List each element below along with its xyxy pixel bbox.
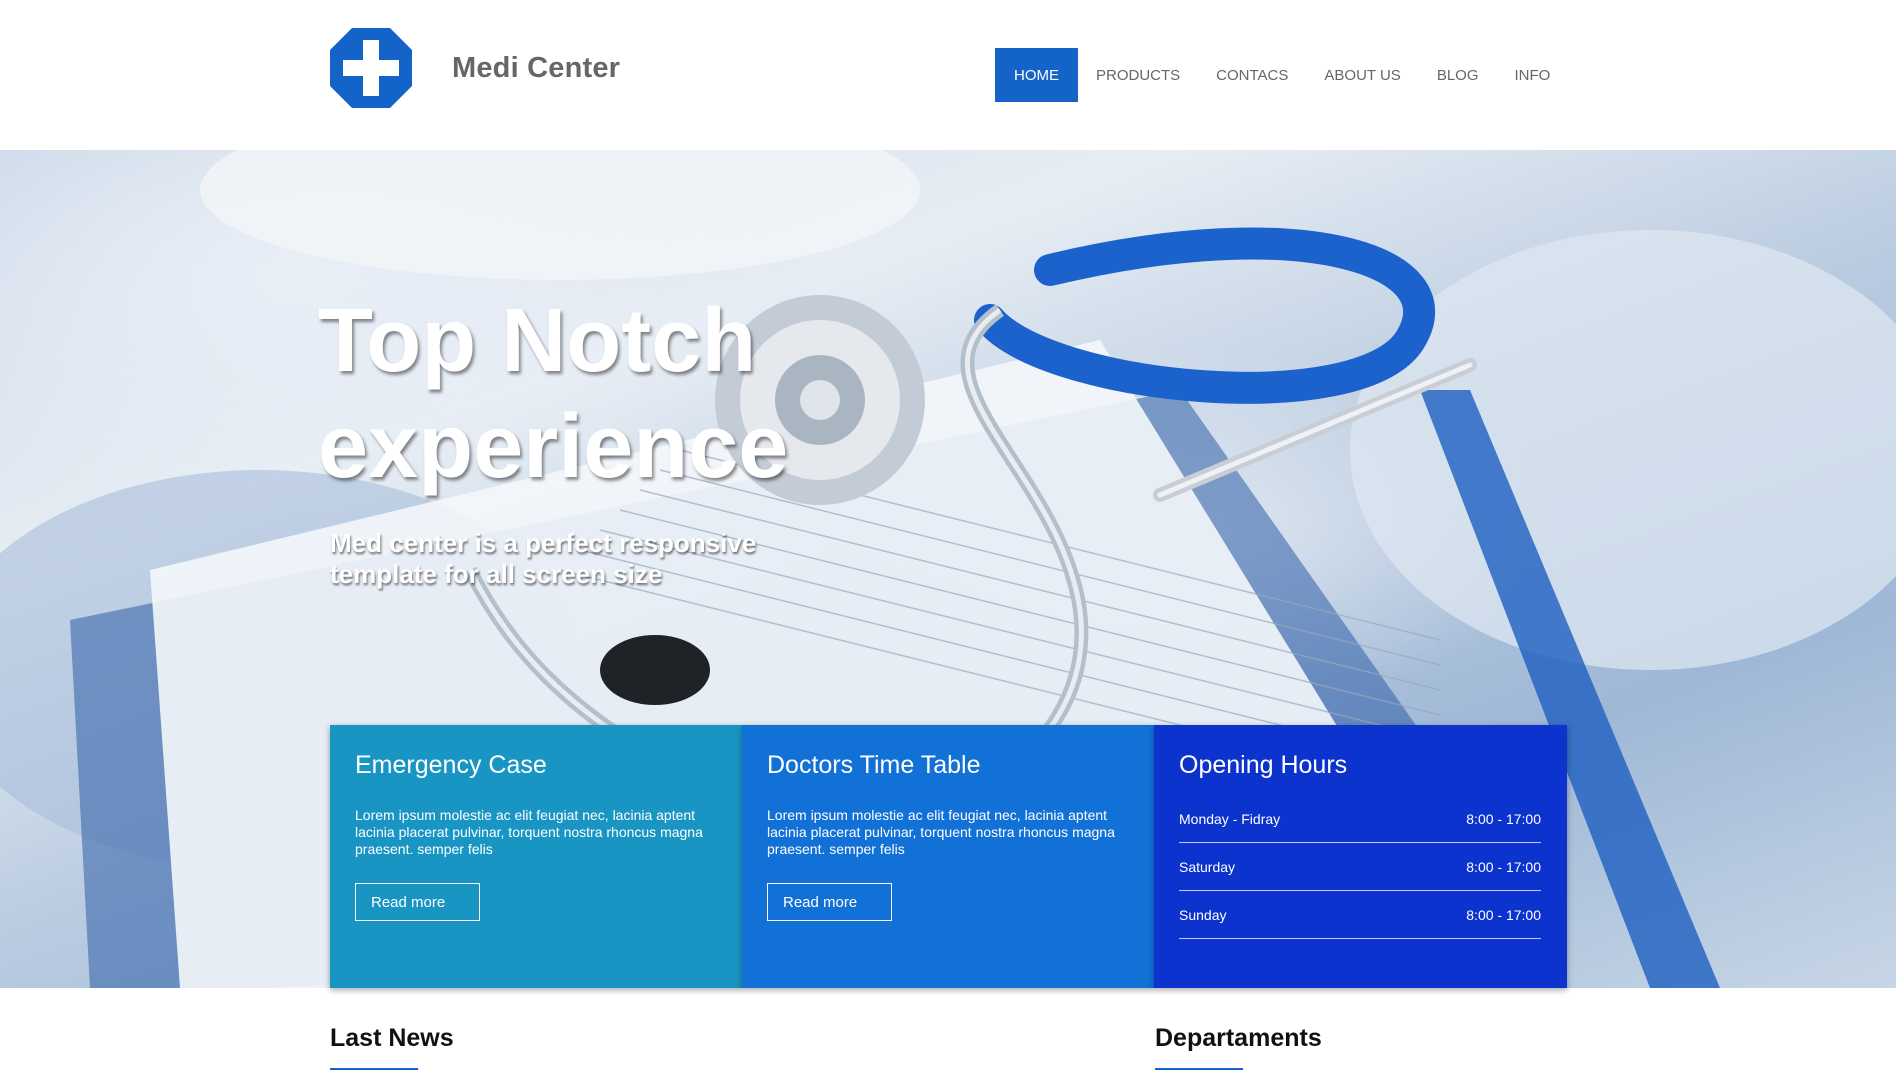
nav-products[interactable]: PRODUCTS [1078,48,1198,102]
hours-time: 8:00 - 17:00 [1466,906,1541,923]
info-boxes: Emergency Case Lorem ipsum molestie ac e… [330,725,1567,988]
opening-hours-box: Opening Hours Monday - Fidray 8:00 - 17:… [1154,725,1567,988]
doctors-timetable-text: Lorem ipsum molestie ac elit feugiat nec… [767,807,1115,857]
hero-title-line-1: Top Notch [318,291,757,391]
emergency-case-text: Lorem ipsum molestie ac elit feugiat nec… [355,807,703,857]
emergency-case-box: Emergency Case Lorem ipsum molestie ac e… [330,725,742,988]
nav-home[interactable]: HOME [995,48,1078,102]
hours-row: Monday - Fidray 8:00 - 17:00 [1179,795,1541,843]
brand-name[interactable]: Medi Center [452,52,620,85]
hours-row: Sunday 8:00 - 17:00 [1179,891,1541,939]
nav-about-us[interactable]: ABOUT US [1306,48,1418,102]
medical-cross-icon[interactable] [330,28,412,108]
hours-time: 8:00 - 17:00 [1466,810,1541,827]
site-header: Medi Center HOME PRODUCTS CONTACS ABOUT … [0,0,1896,150]
last-news-underline [330,1068,418,1070]
hours-day: Sunday [1179,906,1227,923]
doctors-timetable-box: Doctors Time Table Lorem ipsum molestie … [742,725,1154,988]
doctors-timetable-title: Doctors Time Table [767,751,981,779]
hero-title: Top Notch experience [318,288,878,500]
timetable-read-more-button[interactable]: Read more [767,883,892,921]
hero-title-line-2: experience [318,397,789,497]
emergency-case-title: Emergency Case [355,751,547,779]
nav-info[interactable]: INFO [1497,48,1569,102]
emergency-read-more-button[interactable]: Read more [355,883,480,921]
hours-time: 8:00 - 17:00 [1466,858,1541,875]
last-news-heading: Last News [330,1024,454,1052]
hours-row: Saturday 8:00 - 17:00 [1179,843,1541,891]
hours-day: Saturday [1179,858,1236,875]
nav-blog[interactable]: BLOG [1419,48,1497,102]
main-nav: HOME PRODUCTS CONTACS ABOUT US BLOG INFO [995,48,1568,102]
hero-subtitle: Med center is a perfect responsive templ… [330,528,757,589]
opening-hours-title: Opening Hours [1179,751,1348,779]
nav-contacts[interactable]: CONTACS [1198,48,1306,102]
hours-day: Monday - Fidray [1179,810,1281,827]
departments-underline [1155,1068,1243,1070]
departments-heading: Departaments [1155,1024,1322,1052]
